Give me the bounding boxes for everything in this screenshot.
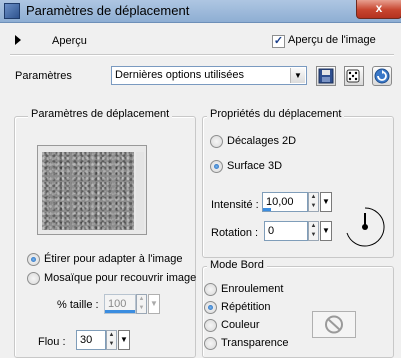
displacement-params-legend: Paramètres de déplacement bbox=[28, 108, 173, 120]
blur-label: Flou : bbox=[38, 336, 66, 348]
blur-input[interactable]: 30 bbox=[76, 330, 106, 350]
no-color-icon bbox=[325, 315, 343, 334]
presets-label: Paramètres bbox=[15, 70, 72, 82]
reset-button[interactable] bbox=[372, 66, 392, 86]
intensity-spinner[interactable]: ▲ ▼ bbox=[308, 192, 319, 212]
intensity-dropdown[interactable]: ▼ bbox=[320, 192, 332, 212]
window-title: Paramètres de déplacement bbox=[26, 3, 190, 18]
offsets-2d-label[interactable]: Décalages 2D bbox=[227, 135, 296, 147]
save-disk-icon bbox=[318, 68, 334, 84]
intensity-level-bar bbox=[263, 208, 271, 211]
spin-down-icon[interactable]: ▼ bbox=[107, 340, 116, 349]
spin-down-icon[interactable]: ▼ bbox=[137, 304, 146, 313]
size-spinner[interactable]: ▲ ▼ bbox=[136, 294, 147, 314]
spin-up-icon[interactable]: ▲ bbox=[137, 295, 146, 304]
repeat-label[interactable]: Répétition bbox=[221, 301, 271, 313]
expand-preview-arrow-icon[interactable] bbox=[15, 35, 21, 45]
transparency-radio[interactable] bbox=[204, 337, 217, 350]
random-preset-button[interactable] bbox=[344, 66, 364, 86]
size-input[interactable]: 100 bbox=[104, 294, 136, 314]
size-dropdown[interactable]: ▼ bbox=[148, 294, 160, 314]
edge-color-swatch[interactable] bbox=[312, 311, 356, 338]
surface-3d-radio[interactable] bbox=[210, 160, 223, 173]
spin-up-icon[interactable]: ▲ bbox=[309, 222, 318, 231]
rotation-label: Rotation : bbox=[211, 227, 259, 239]
size-level-bar bbox=[105, 310, 135, 313]
save-preset-button[interactable] bbox=[316, 66, 336, 86]
offsets-2d-radio[interactable] bbox=[210, 135, 223, 148]
rotation-dropdown[interactable]: ▼ bbox=[320, 221, 332, 241]
dice-icon bbox=[346, 69, 360, 83]
size-label: % taille : bbox=[57, 299, 99, 311]
color-radio[interactable] bbox=[204, 319, 217, 332]
blur-value: 30 bbox=[80, 334, 93, 346]
spin-down-icon[interactable]: ▼ bbox=[309, 202, 318, 211]
intensity-value: 10,00 bbox=[266, 196, 294, 208]
stretch-radio[interactable] bbox=[27, 253, 40, 266]
app-icon bbox=[4, 3, 20, 19]
transparency-label[interactable]: Transparence bbox=[221, 337, 288, 349]
rotation-value: 0 bbox=[268, 225, 275, 237]
surface-3d-label[interactable]: Surface 3D bbox=[227, 160, 282, 172]
spin-up-icon[interactable]: ▲ bbox=[309, 193, 318, 202]
thumbnail-scrollbar[interactable] bbox=[136, 152, 144, 230]
spin-down-icon[interactable]: ▼ bbox=[309, 231, 318, 240]
rotation-dial[interactable] bbox=[343, 205, 387, 249]
wrap-radio[interactable] bbox=[204, 283, 217, 296]
wrap-label[interactable]: Enroulement bbox=[221, 283, 283, 295]
top-separator bbox=[10, 54, 394, 56]
blur-dropdown[interactable]: ▼ bbox=[118, 330, 130, 350]
image-preview-checkbox[interactable]: ✓ bbox=[272, 35, 285, 48]
title-bar: Paramètres de déplacement x bbox=[0, 0, 401, 23]
displacement-props-legend: Propriétés du déplacement bbox=[207, 108, 345, 120]
spin-up-icon[interactable]: ▲ bbox=[107, 331, 116, 340]
rotation-input[interactable]: 0 bbox=[264, 221, 308, 241]
intensity-label: Intensité : bbox=[211, 199, 259, 211]
stretch-label[interactable]: Étirer pour adapter à l'image bbox=[44, 253, 182, 265]
repeat-radio[interactable] bbox=[204, 301, 217, 314]
preview-toggle-label[interactable]: Aperçu bbox=[52, 35, 87, 47]
color-label[interactable]: Couleur bbox=[221, 319, 260, 331]
presets-selected-value: Dernières options utilisées bbox=[115, 69, 245, 81]
tile-label[interactable]: Mosaïque pour recouvrir image bbox=[44, 272, 196, 284]
reset-arrow-icon bbox=[374, 68, 390, 84]
blur-spinner[interactable]: ▲ ▼ bbox=[106, 330, 117, 350]
close-button[interactable]: x bbox=[356, 0, 401, 19]
size-value: 100 bbox=[108, 298, 127, 310]
rotation-spinner[interactable]: ▲ ▼ bbox=[308, 221, 319, 241]
chevron-down-icon[interactable]: ▼ bbox=[290, 68, 305, 83]
tile-radio[interactable] bbox=[27, 272, 40, 285]
edge-mode-legend: Mode Bord bbox=[207, 259, 267, 271]
intensity-input[interactable]: 10,00 bbox=[262, 192, 308, 212]
displacement-map-thumbnail[interactable] bbox=[42, 152, 134, 230]
image-preview-label[interactable]: Aperçu de l'image bbox=[288, 34, 376, 46]
presets-select[interactable]: Dernières options utilisées ▼ bbox=[111, 66, 307, 85]
